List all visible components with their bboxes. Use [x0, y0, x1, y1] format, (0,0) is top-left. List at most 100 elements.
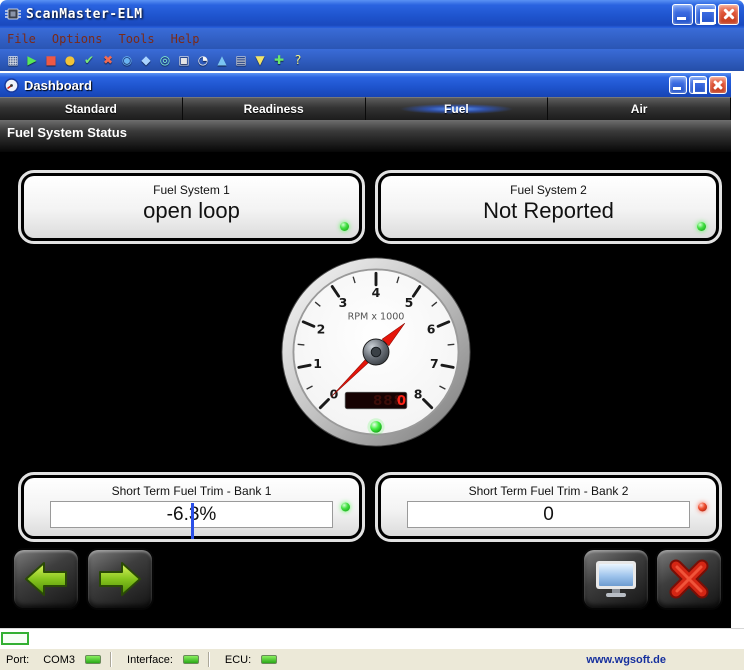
- svg-text:7: 7: [430, 356, 439, 371]
- tab-label: Air: [631, 102, 648, 116]
- dashboard-close-button[interactable]: [709, 76, 727, 94]
- tab-readiness[interactable]: Readiness: [183, 97, 366, 120]
- menu-help[interactable]: Help: [171, 32, 200, 46]
- menu-options[interactable]: Options: [52, 32, 103, 46]
- close-dashboard-button[interactable]: [657, 550, 721, 608]
- o2-test-icon[interactable]: ◎: [157, 52, 173, 68]
- dashboard-maximize-button[interactable]: [689, 76, 707, 94]
- menu-file[interactable]: File: [7, 32, 36, 46]
- menu-tools[interactable]: Tools: [118, 32, 154, 46]
- gauge-status-led: [370, 421, 382, 433]
- rpm-gauge: 0 1 2 3 4 5 6 7 8 RPM x 1000 888 0: [280, 256, 472, 448]
- tab-bar: Standard Readiness Fuel Air: [0, 97, 731, 120]
- dashboard-content: Fuel System 1 open loop Fuel System 2 No…: [0, 152, 731, 628]
- status-led-green: [697, 222, 706, 231]
- chip-icon[interactable]: ▦: [5, 52, 21, 68]
- fuel-system-1-panel: Fuel System 1 open loop: [18, 170, 365, 244]
- arrow-right-icon: [98, 561, 142, 597]
- minimize-button[interactable]: [672, 4, 693, 25]
- statusbar-divider: [110, 652, 112, 667]
- statusbar-divider: [208, 652, 210, 667]
- next-page-button[interactable]: [88, 550, 152, 608]
- port-led: [85, 655, 101, 664]
- print-icon[interactable]: ▤: [233, 52, 249, 68]
- panel-title: Fuel System 1: [153, 183, 230, 197]
- arrow-left-icon: [24, 561, 68, 597]
- monitor-test-icon[interactable]: ▣: [176, 52, 192, 68]
- dashboard-window-icon: [4, 78, 19, 93]
- dashboard-minimize-button[interactable]: [669, 76, 687, 94]
- svg-text:6: 6: [427, 322, 436, 337]
- progress-strip: [0, 628, 744, 648]
- interface-label: Interface:: [127, 654, 173, 666]
- previous-page-button[interactable]: [14, 550, 78, 608]
- close-button[interactable]: [718, 4, 739, 25]
- toolbar-icons: ▦▶■●✔✖◉◆◎▣◔▲▤▼✚?: [0, 49, 744, 71]
- monitor-icon: [593, 559, 639, 599]
- svg-text:1: 1: [313, 356, 322, 371]
- tab-standard[interactable]: Standard: [0, 97, 183, 120]
- reset-icon[interactable]: ●: [62, 52, 78, 68]
- progress-indicator: [1, 632, 29, 645]
- status-led-green: [340, 222, 349, 231]
- dashboard-titlebar[interactable]: Dashboard: [0, 73, 731, 97]
- connect-icon[interactable]: ▶: [24, 52, 40, 68]
- tab-fuel[interactable]: Fuel: [366, 97, 549, 120]
- panel-value: Not Reported: [483, 198, 614, 224]
- panel-title: Fuel System 2: [510, 183, 587, 197]
- fullscreen-monitor-button[interactable]: [584, 550, 648, 608]
- stft-bank-1-panel: Short Term Fuel Trim - Bank 1 -6.3%: [18, 472, 365, 542]
- ecu-led: [261, 655, 277, 664]
- panel-title: Short Term Fuel Trim - Bank 1: [112, 484, 272, 498]
- svg-text:3: 3: [339, 295, 348, 310]
- status-led-green: [341, 503, 350, 512]
- dashboard-icon[interactable]: ◔: [195, 52, 211, 68]
- tab-label: Standard: [65, 102, 117, 116]
- value-box: 0: [407, 501, 690, 528]
- dashboard-title: Dashboard: [24, 78, 92, 93]
- fuel-system-2-panel: Fuel System 2 Not Reported: [375, 170, 722, 244]
- statusbar: Port: COM3 Interface: ECU: www.wgsoft.de: [0, 648, 744, 670]
- panel-title: Short Term Fuel Trim - Bank 2: [469, 484, 629, 498]
- svg-text:4: 4: [372, 285, 381, 300]
- graph-icon[interactable]: ▲: [214, 52, 230, 68]
- panel-value: open loop: [143, 198, 240, 224]
- read-codes-icon[interactable]: ✔: [81, 52, 97, 68]
- tab-label: Fuel: [444, 102, 469, 116]
- save-icon[interactable]: ▼: [252, 52, 268, 68]
- value-caret: [191, 503, 194, 539]
- red-x-icon: [666, 559, 712, 599]
- stft-bank-2-panel: Short Term Fuel Trim - Bank 2 0: [375, 472, 722, 542]
- gauge-unit-label: RPM x 1000: [348, 311, 405, 322]
- port-value: COM3: [43, 654, 75, 666]
- info-icon[interactable]: ✚: [271, 52, 287, 68]
- app-chip-icon: [5, 6, 21, 22]
- panel-value: 0: [543, 504, 554, 526]
- maximize-button[interactable]: [695, 4, 716, 25]
- interface-led: [183, 655, 199, 664]
- tab-air[interactable]: Air: [548, 97, 731, 120]
- svg-text:8: 8: [414, 387, 423, 402]
- menubar: File Options Tools Help: [0, 28, 744, 49]
- window-title: ScanMaster-ELM: [26, 7, 143, 22]
- svg-text:2: 2: [317, 322, 326, 337]
- section-title: Fuel System Status: [0, 120, 731, 152]
- clear-codes-icon[interactable]: ✖: [100, 52, 116, 68]
- dashboard-window-controls: [669, 76, 727, 94]
- scanmaster-window: ScanMaster-ELM File Options Tools Help ▦…: [0, 0, 744, 670]
- gauge-lcd: 888 0: [345, 392, 407, 408]
- svg-text:5: 5: [405, 295, 414, 310]
- status-led-red: [698, 503, 707, 512]
- freeze-frame-icon[interactable]: ◆: [138, 52, 154, 68]
- help-icon[interactable]: ?: [290, 52, 306, 68]
- lcd-value: 0: [397, 394, 407, 409]
- disconnect-icon[interactable]: ■: [43, 52, 59, 68]
- port-label: Port:: [6, 654, 29, 666]
- live-data-icon[interactable]: ◉: [119, 52, 135, 68]
- tab-label: Readiness: [244, 102, 304, 116]
- main-titlebar[interactable]: ScanMaster-ELM: [0, 0, 744, 28]
- ecu-label: ECU:: [225, 654, 251, 666]
- window-controls: [672, 4, 739, 25]
- value-box: -6.3%: [50, 501, 333, 528]
- website-link[interactable]: www.wgsoft.de: [586, 654, 666, 666]
